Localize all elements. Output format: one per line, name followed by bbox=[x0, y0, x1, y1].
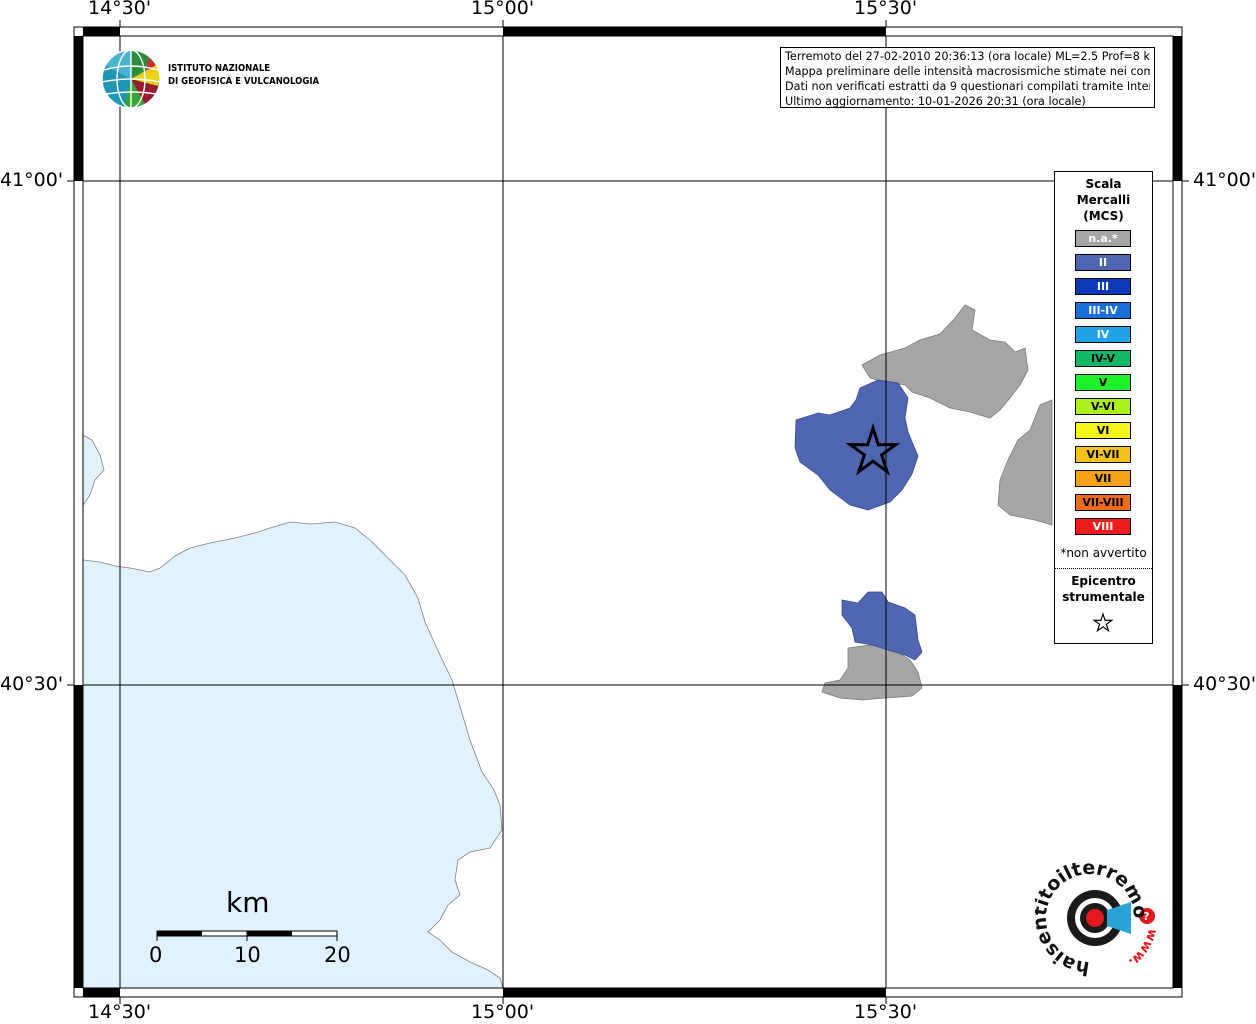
legend-swatch-vii: VII bbox=[1075, 470, 1131, 487]
lat-label-4100-right: 41°00' bbox=[1193, 169, 1256, 191]
legend-separator bbox=[1055, 568, 1152, 569]
lat-label-4030-right: 40°30' bbox=[1193, 673, 1256, 695]
info-line-updated: Ultimo aggiornamento: 10-01-2026 20:31 (… bbox=[785, 95, 1086, 108]
legend-title-line3: (MCS) bbox=[1083, 209, 1124, 223]
ingv-globe-icon bbox=[101, 49, 161, 109]
ingv-name: ISTITUTO NAZIONALE DI GEOFISICA E VULCAN… bbox=[168, 62, 319, 88]
legend-swatch-vi-vii: VI-VII bbox=[1075, 446, 1131, 463]
legend-swatch-vi: VI bbox=[1075, 422, 1131, 439]
legend-note: *non avvertito bbox=[1060, 546, 1147, 560]
scale-tick-10: 10 bbox=[234, 943, 261, 967]
intensity-legend: Scala Mercalli (MCS) n.a.* II III III-IV IV I… bbox=[1054, 171, 1153, 644]
lon-label-1430-bottom: 14°30' bbox=[88, 1001, 152, 1023]
lon-label-1500-top: 15°00' bbox=[471, 0, 535, 19]
lat-label-4100-left: 41°00' bbox=[0, 169, 64, 191]
haisentito-target-icon: ? haisentitoilterremoto.it www. bbox=[1028, 841, 1159, 979]
info-line-description: Mappa preliminare delle intensità macros… bbox=[785, 65, 1150, 78]
event-info-box: Terremoto del 27-02-2010 20:36:13 (ora l… bbox=[780, 47, 1155, 108]
legend-star-icon bbox=[1092, 612, 1114, 633]
lon-label-1530-top: 15°30' bbox=[854, 0, 918, 19]
legend-title-line2: Mercalli bbox=[1076, 193, 1131, 207]
legend-epicenter-label: Epicentro strumentale bbox=[1055, 573, 1152, 605]
legend-swatch-iv: IV bbox=[1075, 326, 1131, 343]
legend-swatch-n-a: n.a.* bbox=[1075, 230, 1131, 247]
legend-swatch-ii: II bbox=[1075, 254, 1131, 271]
ingv-logo: ISTITUTO NAZIONALE DI GEOFISICA E VULCAN… bbox=[100, 48, 340, 110]
legend-swatch-iii: III bbox=[1075, 278, 1131, 295]
legend-swatch-v: V bbox=[1075, 374, 1131, 391]
legend-swatch-viii: VIII bbox=[1075, 518, 1131, 535]
ingv-name-line1: ISTITUTO NAZIONALE bbox=[168, 63, 271, 74]
info-line-event: Terremoto del 27-02-2010 20:36:13 (ora l… bbox=[785, 50, 1150, 63]
scale-bar-title: km bbox=[226, 886, 270, 919]
legend-swatch-v-vi: V-VI bbox=[1075, 398, 1131, 415]
lat-label-4030-left: 40°30' bbox=[0, 673, 64, 695]
lon-label-1430-top: 14°30' bbox=[88, 0, 152, 19]
ingv-name-line2: DI GEOFISICA E VULCANOLOGIA bbox=[168, 76, 320, 87]
legend-swatch-vii-viii: VII-VIII bbox=[1075, 494, 1131, 511]
legend-epicenter-line1: Epicentro bbox=[1071, 574, 1136, 588]
legend-swatch-iii-iv: III-IV bbox=[1075, 302, 1131, 319]
scale-tick-0: 0 bbox=[149, 943, 163, 967]
scale-tick-20: 20 bbox=[324, 943, 351, 967]
legend-title: Scala Mercalli (MCS) bbox=[1055, 176, 1152, 224]
haisentito-logo[interactable]: ? haisentitoilterremoto.it www. bbox=[1028, 841, 1165, 979]
lon-label-1500-bottom: 15°00' bbox=[471, 1001, 535, 1023]
info-line-source: Dati non verificati estratti da 9 questi… bbox=[785, 80, 1150, 93]
lon-label-1530-bottom: 15°30' bbox=[854, 1001, 918, 1023]
legend-swatch-iv-v: IV-V bbox=[1075, 350, 1131, 367]
legend-title-line1: Scala bbox=[1085, 177, 1122, 191]
legend-epicenter-line2: strumentale bbox=[1062, 590, 1145, 604]
